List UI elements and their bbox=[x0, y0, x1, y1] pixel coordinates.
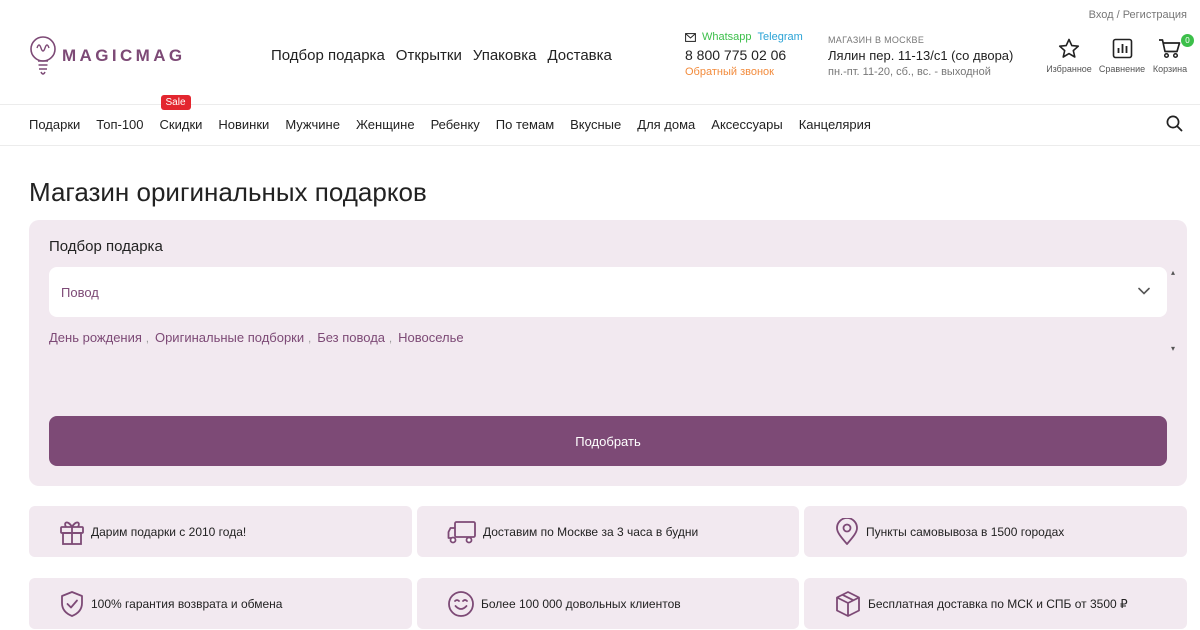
nav-gift-picker[interactable]: Подбор подарка bbox=[271, 47, 385, 64]
occasion-select[interactable]: Повод bbox=[49, 267, 1167, 317]
smile-icon bbox=[448, 590, 474, 617]
link-separator: , bbox=[389, 333, 393, 345]
auth-links: Вход / Регистрация bbox=[1089, 9, 1187, 21]
cat-gifts[interactable]: Подарки bbox=[29, 117, 80, 132]
cat-themes[interactable]: По темам bbox=[496, 117, 554, 132]
feature-text: Бесплатная доставка по МСК и СПБ от 3500… bbox=[868, 596, 1128, 611]
link-separator: , bbox=[308, 333, 312, 345]
shield-check-icon bbox=[61, 590, 83, 617]
auth-separator: / bbox=[1116, 9, 1120, 21]
whatsapp-link[interactable]: Whatsapp bbox=[702, 31, 752, 43]
favorites-label: Избранное bbox=[1046, 64, 1092, 74]
cat-home[interactable]: Для дома bbox=[637, 117, 695, 132]
shop-hours: пн.-пт. 11-20, сб., вс. - выходной bbox=[828, 66, 991, 78]
sale-badge: Sale bbox=[160, 95, 191, 110]
pick-gift-button[interactable]: Подобрать bbox=[49, 416, 1167, 466]
page-title: Магазин оригинальных подарков bbox=[29, 177, 427, 207]
map-pin-icon bbox=[836, 517, 858, 545]
feature-card: Более 100 000 довольных клиентов bbox=[417, 578, 799, 629]
feature-card: Доставим по Москве за 3 часа в будни bbox=[417, 506, 799, 557]
star-icon bbox=[1058, 38, 1080, 58]
logo[interactable]: MAGICMAG bbox=[28, 34, 186, 78]
category-nav: Подарки Топ-100 Sale Скидки Новинки Мужч… bbox=[29, 95, 871, 132]
feature-text: Доставим по Москве за 3 часа в будни bbox=[483, 524, 699, 539]
login-link[interactable]: Вход bbox=[1089, 9, 1114, 21]
cat-sale-label: Скидки bbox=[159, 117, 203, 132]
truck-icon bbox=[447, 520, 476, 543]
telegram-link[interactable]: Telegram bbox=[758, 31, 803, 43]
compare-chart-icon bbox=[1112, 38, 1132, 59]
box-icon bbox=[836, 590, 860, 617]
feature-card: Бесплатная доставка по МСК и СПБ от 3500… bbox=[804, 578, 1187, 629]
cart-count-badge: 0 bbox=[1181, 34, 1194, 47]
cat-tasty[interactable]: Вкусные bbox=[570, 117, 621, 132]
feature-text: Пункты самовывоза в 1500 городах bbox=[866, 524, 1065, 539]
cart-label: Корзина bbox=[1152, 64, 1188, 74]
gift-icon bbox=[60, 521, 84, 545]
quick-occasion-links: День рождения , Оригинальные подборки , … bbox=[49, 330, 464, 345]
occasion-select-value: Повод bbox=[61, 285, 99, 300]
feature-text: 100% гарантия возврата и обмена bbox=[91, 596, 283, 611]
link-separator: , bbox=[145, 333, 149, 345]
feature-card: Дарим подарки с 2010 года! bbox=[29, 506, 412, 557]
cat-men[interactable]: Мужчине bbox=[285, 117, 340, 132]
search-button[interactable] bbox=[1166, 115, 1183, 137]
cat-new[interactable]: Новинки bbox=[218, 117, 269, 132]
mail-icon bbox=[685, 32, 696, 42]
quick-link-birthday[interactable]: День рождения bbox=[49, 330, 142, 345]
contacts: Whatsapp Telegram 8 800 775 02 06 Обратн… bbox=[685, 31, 803, 78]
cart-button[interactable]: 0 Корзина bbox=[1140, 34, 1200, 74]
nav-packaging[interactable]: Упаковка bbox=[473, 47, 537, 64]
nav-cards[interactable]: Открытки bbox=[396, 47, 462, 64]
cart-icon bbox=[1159, 39, 1181, 59]
quick-link-no-reason[interactable]: Без повода bbox=[317, 330, 385, 345]
scroll-up-arrow[interactable]: ▴ bbox=[1171, 268, 1175, 277]
favorites-button[interactable]: Избранное bbox=[1039, 38, 1099, 74]
lightbulb-icon bbox=[30, 36, 56, 75]
nav-delivery[interactable]: Доставка bbox=[547, 47, 611, 64]
phone-number[interactable]: 8 800 775 02 06 bbox=[685, 47, 803, 63]
top-nav: Подбор подарка Открытки Упаковка Доставк… bbox=[271, 47, 612, 64]
shop-label: МАГАЗИН В МОСКВЕ bbox=[828, 35, 925, 45]
register-link[interactable]: Регистрация bbox=[1123, 9, 1187, 21]
cat-kids[interactable]: Ребенку bbox=[431, 117, 480, 132]
catnav-divider bbox=[0, 145, 1200, 146]
cat-stationery[interactable]: Канцелярия bbox=[799, 117, 871, 132]
feature-text: Дарим подарки с 2010 года! bbox=[91, 524, 247, 539]
callback-link[interactable]: Обратный звонок bbox=[685, 66, 803, 78]
feature-text: Более 100 000 довольных клиентов bbox=[481, 596, 681, 611]
chevron-down-icon bbox=[1138, 287, 1150, 295]
search-icon bbox=[1166, 115, 1183, 132]
logo-text: MAGICMAG bbox=[62, 46, 186, 65]
shop-address: Лялин пер. 11-13/с1 (со двора) bbox=[828, 48, 1014, 63]
quick-link-original[interactable]: Оригинальные подборки bbox=[155, 330, 304, 345]
gift-picker-title: Подбор подарка bbox=[49, 238, 163, 255]
cat-accessories[interactable]: Аксессуары bbox=[711, 117, 782, 132]
cat-sale[interactable]: Sale Скидки bbox=[159, 95, 203, 132]
cat-top100[interactable]: Топ-100 bbox=[96, 117, 143, 132]
scroll-down-arrow[interactable]: ▾ bbox=[1171, 344, 1175, 353]
feature-card: Пункты самовывоза в 1500 городах bbox=[804, 506, 1187, 557]
feature-card: 100% гарантия возврата и обмена bbox=[29, 578, 412, 629]
gift-picker-panel: Подбор подарка Повод ▴ ▾ День рождения ,… bbox=[29, 220, 1187, 486]
quick-link-housewarming[interactable]: Новоселье bbox=[398, 330, 464, 345]
cat-women[interactable]: Женщине bbox=[356, 117, 415, 132]
shop-info: МАГАЗИН В МОСКВЕ Лялин пер. 11-13/с1 (со… bbox=[828, 35, 1013, 78]
messengers: Whatsapp Telegram bbox=[685, 31, 803, 43]
